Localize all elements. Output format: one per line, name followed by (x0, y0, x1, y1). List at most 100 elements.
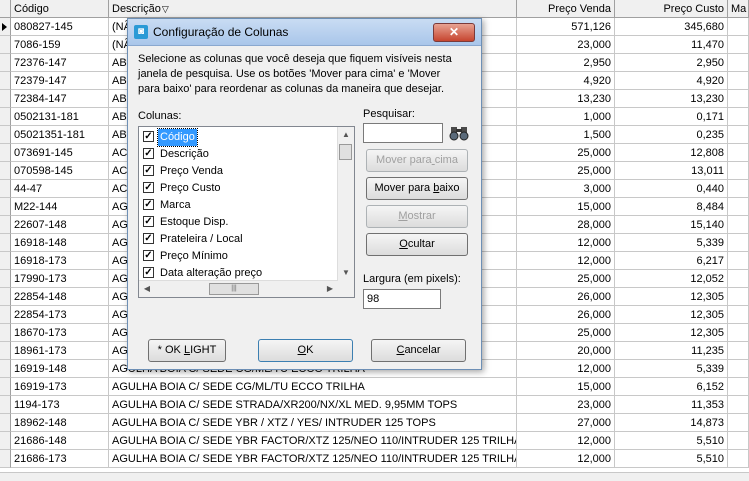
column-checkbox[interactable]: ✓ (143, 182, 154, 193)
cell-preco-venda: 2,950 (517, 54, 615, 72)
cell-marca (728, 36, 749, 54)
column-checkbox[interactable]: ✓ (143, 148, 154, 159)
cell-preco-venda: 20,000 (517, 342, 615, 360)
close-button[interactable]: ✕ (433, 23, 475, 42)
columns-vertical-scrollbar[interactable]: ▲ ▼ (337, 127, 354, 281)
cell-marca (728, 450, 749, 468)
column-item[interactable]: ✓ Preço Custo (143, 180, 331, 197)
cell-codigo: 22854-173 (11, 306, 109, 324)
cell-preco-venda: 3,000 (517, 180, 615, 198)
column-label: Marca (160, 199, 191, 211)
cell-codigo: 21686-173 (11, 450, 109, 468)
cell-preco-custo: 345,680 (615, 18, 728, 36)
scroll-right-icon[interactable]: ▶ (322, 281, 338, 297)
cancel-button[interactable]: Cancelar (371, 339, 466, 362)
cell-preco-venda: 27,000 (517, 414, 615, 432)
table-row[interactable]: 18962-148 AGULHA BOIA C/ SEDE YBR / XTZ /… (0, 414, 749, 432)
cell-marca (728, 126, 749, 144)
column-item[interactable]: ✓ Preço Venda (143, 163, 331, 180)
cell-preco-custo: 11,235 (615, 342, 728, 360)
column-item[interactable]: ✓ Descrição (143, 146, 331, 163)
table-row[interactable]: 16919-173 AGULHA BOIA C/ SEDE CG/ML/TU EC… (0, 378, 749, 396)
header-marca[interactable]: Ma (728, 0, 749, 18)
header-codigo[interactable]: Código (11, 0, 109, 18)
columns-list[interactable]: ✓ Código ✓ Descrição ✓ Preço Venda ✓ Preço Cust… (138, 126, 355, 298)
table-row[interactable]: 1194-173 AGULHA BOIA C/ SEDE STRADA/XR200… (0, 396, 749, 414)
header-preco-venda[interactable]: Preço Venda (517, 0, 615, 18)
dialog-titlebar[interactable]: ◙ Configuração de Colunas ✕ (128, 19, 481, 46)
cell-preco-custo: 6,217 (615, 252, 728, 270)
cell-marca (728, 90, 749, 108)
cell-codigo: 22854-148 (11, 288, 109, 306)
cell-preco-venda: 23,000 (517, 36, 615, 54)
cell-preco-venda: 13,230 (517, 90, 615, 108)
width-input[interactable]: 98 (363, 289, 441, 309)
ok-button[interactable]: OK (258, 339, 353, 362)
cell-codigo: 16918-148 (11, 234, 109, 252)
cell-codigo: 073691-145 (11, 144, 109, 162)
cell-preco-custo: 12,808 (615, 144, 728, 162)
column-item[interactable]: ✓ Marca (143, 197, 331, 214)
header-preco-custo[interactable]: Preço Custo (615, 0, 728, 18)
show-button[interactable]: Mostrar (366, 205, 468, 228)
row-indicator (0, 288, 11, 306)
column-item[interactable]: ✓ Estoque Disp. (143, 214, 331, 231)
table-row[interactable]: 21686-173 AGULHA BOIA C/ SEDE YBR FACTOR/… (0, 450, 749, 468)
column-label: Descrição (160, 148, 209, 160)
cell-codigo: 080827-145 (11, 18, 109, 36)
scroll-up-icon[interactable]: ▲ (338, 127, 354, 143)
cell-descricao: AGULHA BOIA C/ SEDE CG/ML/TU ECCO TRILHA (109, 378, 517, 396)
horizontal-scroll-thumb[interactable]: ||| (209, 283, 259, 295)
column-checkbox[interactable]: ✓ (143, 233, 154, 244)
ok-light-button[interactable]: * OK LIGHT (148, 339, 226, 362)
column-checkbox[interactable]: ✓ (143, 165, 154, 176)
cell-preco-venda: 26,000 (517, 288, 615, 306)
cell-marca (728, 396, 749, 414)
columns-horizontal-scrollbar[interactable]: ◀ ||| ▶ (139, 280, 338, 297)
app-icon: ◙ (134, 25, 148, 39)
column-config-dialog: ◙ Configuração de Colunas ✕ Selecione as… (127, 18, 482, 370)
scroll-corner (338, 281, 354, 297)
cell-preco-custo: 0,235 (615, 126, 728, 144)
cell-preco-custo: 13,011 (615, 162, 728, 180)
cell-descricao: AGULHA BOIA C/ SEDE STRADA/XR200/NX/XL M… (109, 396, 517, 414)
binoculars-icon[interactable] (448, 123, 470, 143)
column-checkbox[interactable]: ✓ (143, 131, 154, 142)
scroll-left-icon[interactable]: ◀ (139, 281, 155, 297)
search-input[interactable] (363, 123, 443, 143)
table-row[interactable]: 21686-148 AGULHA BOIA C/ SEDE YBR FACTOR/… (0, 432, 749, 450)
column-item[interactable]: ✓ Prateleira / Local (143, 231, 331, 248)
row-indicator (0, 414, 11, 432)
row-indicator (0, 450, 11, 468)
vertical-scroll-thumb[interactable] (339, 144, 352, 160)
cell-preco-custo: 5,510 (615, 432, 728, 450)
header-descricao[interactable]: Descrição▽ (109, 0, 517, 18)
column-checkbox[interactable]: ✓ (143, 199, 154, 210)
columns-label: Colunas: (138, 110, 182, 122)
scroll-down-icon[interactable]: ▼ (338, 265, 354, 281)
cell-preco-venda: 25,000 (517, 162, 615, 180)
column-checkbox[interactable]: ✓ (143, 216, 154, 227)
row-indicator (0, 72, 11, 90)
width-label: Largura (em pixels): (363, 273, 461, 285)
row-indicator (0, 342, 11, 360)
cell-marca (728, 198, 749, 216)
move-down-button[interactable]: Mover para baixo (366, 177, 468, 200)
cell-marca (728, 252, 749, 270)
column-item[interactable]: ✓ Preço Mínimo (143, 248, 331, 265)
move-up-button[interactable]: Mover para cima (366, 149, 468, 172)
cell-marca (728, 108, 749, 126)
row-indicator (0, 234, 11, 252)
hide-button[interactable]: Ocultar (366, 233, 468, 256)
dialog-title: Configuração de Colunas (153, 25, 289, 39)
column-checkbox[interactable]: ✓ (143, 250, 154, 261)
cell-codigo: 16919-148 (11, 360, 109, 378)
row-indicator (0, 36, 11, 54)
column-item[interactable]: ✓ Código (143, 128, 331, 147)
current-row-arrow-icon (2, 23, 7, 31)
cell-preco-venda: 25,000 (517, 270, 615, 288)
row-indicator (0, 54, 11, 72)
row-indicator (0, 126, 11, 144)
cell-codigo: 22607-148 (11, 216, 109, 234)
column-checkbox[interactable]: ✓ (143, 267, 154, 278)
